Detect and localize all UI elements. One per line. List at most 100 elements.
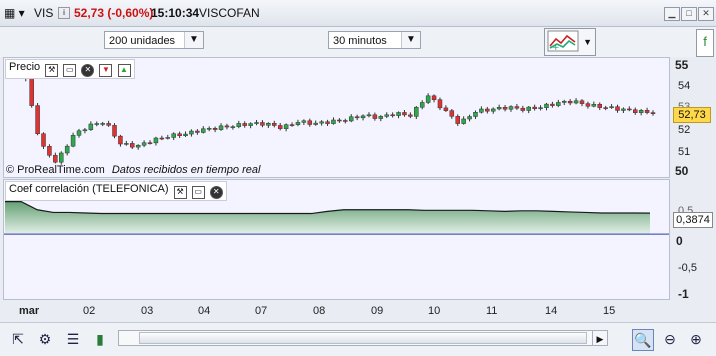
x-label-07: 07 (255, 305, 268, 317)
candle-body (230, 126, 236, 128)
move-down-icon[interactable]: ▼ (99, 64, 113, 77)
scrollbar-thumb[interactable] (139, 332, 587, 344)
candle-body (520, 107, 526, 111)
candle-body (82, 129, 88, 132)
period-select[interactable]: 30 minutos ▼ (328, 31, 421, 49)
instrument-name: VISCOFAN (199, 6, 260, 20)
candle-body (567, 100, 573, 104)
candle-body (402, 112, 407, 116)
x-label-04: 04 (198, 305, 211, 317)
price-tick-52: 52 (678, 124, 691, 136)
candle-body (266, 122, 271, 126)
candlestick-icon[interactable]: ▮ (90, 329, 110, 349)
candle-body (206, 128, 212, 130)
units-select-value: 200 unidades (109, 35, 176, 47)
candle-body (638, 110, 644, 113)
candle-body (177, 133, 182, 136)
candle-body (419, 102, 425, 108)
candle-body (414, 106, 419, 117)
indicator-tick-minus-1: -1 (678, 287, 689, 301)
candle-body (35, 105, 40, 135)
candle-body (597, 103, 602, 108)
zoom-fit-icon[interactable]: 🔍 (632, 329, 654, 351)
candle-body (585, 103, 591, 107)
candle-body (461, 118, 466, 124)
correlation-area (5, 201, 650, 235)
maximize-button[interactable]: □ (681, 7, 697, 21)
period-select-value: 30 minutos (333, 35, 387, 47)
scroll-right-button[interactable]: ▶ (592, 330, 608, 346)
x-label-11: 11 (486, 305, 498, 317)
bottom-toolbar: ⇱ ⚙ ☰ ▮ ◀ ▶ 🔍 ⊖ ⊕ (0, 322, 716, 356)
symbol-label: VIS (34, 6, 54, 20)
wrench-icon[interactable]: ⚒ (173, 186, 187, 199)
script-editor-button[interactable]: f (696, 29, 714, 57)
candle-body (153, 137, 159, 144)
candle-body (159, 137, 165, 140)
price-tick-55: 55 (675, 58, 689, 72)
chart-toolbar: 200 unidades ▼ 30 minutos ▼ + ▼ f (0, 27, 716, 57)
candle-body (579, 100, 585, 104)
realtime-note: Datos recibidos en tiempo real (111, 164, 261, 176)
candle-body (603, 107, 608, 109)
x-label-15: 15 (603, 305, 616, 317)
candle-body (130, 143, 135, 148)
candle-body (372, 114, 378, 119)
minimize-button[interactable]: ▁ (664, 7, 680, 21)
indicator-panel[interactable]: Coef correlación (TELEFONICA) ⚒ ▭ ✕ (3, 179, 670, 300)
zoom-out-icon[interactable]: ⊖ (660, 329, 680, 349)
candle-body (556, 102, 561, 106)
current-correlation-label: 0,3874 (673, 212, 713, 228)
price-panel-header: Precio ⚒ ▭ ✕ ▼ ▲ (5, 59, 135, 79)
candle-body (283, 124, 289, 129)
export-chart-icon[interactable]: ⇱ (8, 329, 28, 349)
candle-body (248, 123, 253, 126)
title-bar: ▦ ▾ VIS i 52,73 (-0,60%) 15:10:34 VISCOF… (0, 0, 716, 27)
candle-body (366, 114, 372, 117)
indicator-menu-button[interactable]: + ▼ (544, 28, 596, 56)
indicator-tick-0: 0 (676, 234, 683, 248)
close-icon[interactable]: ✕ (209, 186, 223, 199)
info-icon[interactable]: i (58, 7, 70, 19)
candle-body (307, 120, 313, 125)
candle-body (183, 133, 188, 136)
time-scrollbar[interactable] (118, 330, 608, 346)
candle-body (106, 123, 111, 126)
candle-body (277, 125, 283, 129)
candle-body (124, 143, 129, 145)
list-icon[interactable]: ☰ (63, 329, 83, 349)
candle-body (390, 114, 395, 117)
candle-body (538, 107, 543, 109)
candle-body (514, 106, 520, 109)
time-axis: mar 02 03 04 07 08 09 10 11 14 15 (0, 302, 670, 320)
indicator-panel-title: Coef correlación (TELEFONICA) (9, 183, 169, 195)
candle-body (141, 142, 147, 146)
candle-body (502, 106, 508, 110)
price-panel[interactable]: Precio ⚒ ▭ ✕ ▼ ▲ © ProRealTime.com Datos… (3, 57, 670, 178)
candle-body (343, 120, 348, 122)
candle-body (189, 130, 194, 135)
add-order-icon[interactable]: ⚙ (35, 329, 55, 349)
candle-body (260, 122, 265, 126)
candle-body (301, 120, 307, 123)
candle-body (526, 106, 531, 111)
window-icon[interactable]: ▭ (63, 64, 77, 77)
window-icon[interactable]: ▭ (191, 186, 205, 199)
zoom-in-icon[interactable]: ⊕ (686, 329, 706, 349)
candle-body (621, 108, 626, 111)
x-label-mar: mar (19, 305, 40, 317)
price-tick-54: 54 (678, 80, 691, 92)
candle-body (544, 103, 549, 108)
candle-body (479, 108, 484, 113)
candle-body (455, 116, 460, 124)
app-icon[interactable]: ▦ ▾ (4, 6, 25, 20)
close-icon[interactable]: ✕ (81, 64, 95, 77)
candle-body (508, 106, 514, 110)
close-button[interactable]: ✕ (698, 7, 714, 21)
move-up-icon[interactable]: ▲ (117, 64, 131, 77)
candle-body (212, 128, 218, 130)
add-indicator-icon: + (547, 30, 579, 53)
candle-body (112, 125, 117, 137)
wrench-icon[interactable]: ⚒ (45, 64, 59, 77)
units-select[interactable]: 200 unidades ▼ (104, 31, 204, 49)
